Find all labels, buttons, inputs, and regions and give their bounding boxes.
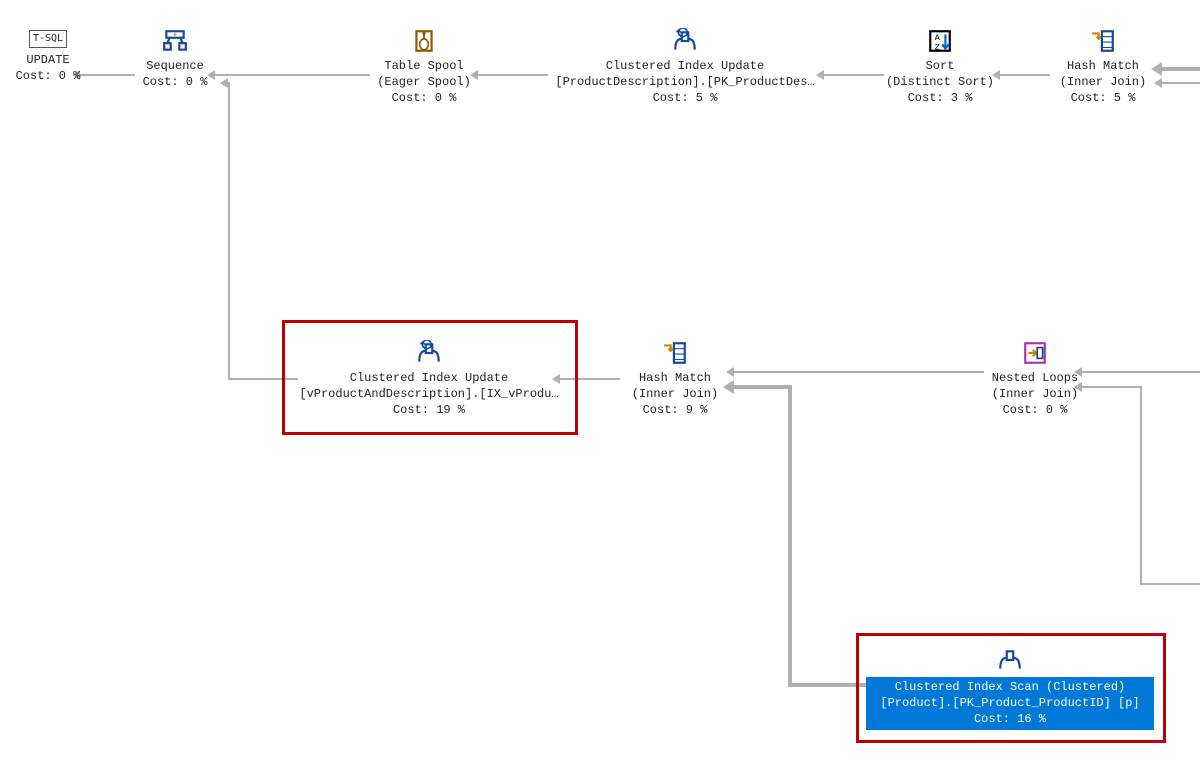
node-sublabel: [vProductAndDescription].[IX_vProdu… xyxy=(294,386,564,402)
node-hash-match-1[interactable]: Hash Match (Inner Join) Cost: 5 % xyxy=(1048,28,1158,107)
node-selected-highlight: Clustered Index Scan (Clustered) [Produc… xyxy=(866,677,1154,730)
node-clustered-index-scan-product[interactable]: Clustered Index Scan (Clustered) [Produc… xyxy=(866,647,1154,730)
tsql-icon: T-SQL xyxy=(8,30,88,48)
node-label: Table Spool xyxy=(368,58,480,74)
node-sequence[interactable]: + Sequence Cost: 0 % xyxy=(130,28,220,90)
node-sublabel: (Inner Join) xyxy=(620,386,730,402)
node-sublabel: (Distinct Sort) xyxy=(880,74,1000,90)
sequence-icon: + xyxy=(130,28,220,54)
node-label: UPDATE xyxy=(8,52,88,68)
clustered-index-scan-icon xyxy=(866,647,1154,673)
node-sublabel: (Inner Join) xyxy=(1048,74,1158,90)
node-label: Sort xyxy=(880,58,1000,74)
svg-text:Z: Z xyxy=(935,43,940,53)
node-label: Hash Match xyxy=(620,370,730,386)
node-table-spool[interactable]: Table Spool (Eager Spool) Cost: 0 % xyxy=(368,28,480,107)
node-clustered-index-update-vproduct[interactable]: Clustered Index Update [vProductAndDescr… xyxy=(294,340,564,419)
node-nested-loops[interactable]: Nested Loops (Inner Join) Cost: 0 % xyxy=(980,340,1090,419)
node-label: Clustered Index Update xyxy=(540,58,830,74)
node-cost: Cost: 16 % xyxy=(870,711,1150,727)
svg-text:A: A xyxy=(935,33,941,43)
node-sublabel: (Eager Spool) xyxy=(368,74,480,90)
node-cost: Cost: 0 % xyxy=(368,90,480,106)
node-label: Clustered Index Scan (Clustered) xyxy=(870,679,1150,695)
clustered-index-update-icon xyxy=(294,340,564,366)
node-hash-match-2[interactable]: Hash Match (Inner Join) Cost: 9 % xyxy=(620,340,730,419)
sort-icon: AZ xyxy=(880,28,1000,54)
node-sort[interactable]: AZ Sort (Distinct Sort) Cost: 3 % xyxy=(880,28,1000,107)
node-cost: Cost: 19 % xyxy=(294,402,564,418)
execution-plan-canvas[interactable]: T-SQL UPDATE Cost: 0 % + Sequence Cost: … xyxy=(0,0,1200,759)
node-sublabel: [ProductDescription].[PK_ProductDes… xyxy=(540,74,830,90)
node-sublabel: (Inner Join) xyxy=(980,386,1090,402)
node-clustered-index-update-productdescription[interactable]: Clustered Index Update [ProductDescripti… xyxy=(540,28,830,107)
node-cost: Cost: 0 % xyxy=(130,74,220,90)
node-label: Nested Loops xyxy=(980,370,1090,386)
nested-loops-icon xyxy=(980,340,1090,366)
table-spool-icon xyxy=(368,28,480,54)
node-cost: Cost: 3 % xyxy=(880,90,1000,106)
node-label: Hash Match xyxy=(1048,58,1158,74)
node-cost: Cost: 0 % xyxy=(980,402,1090,418)
node-label: Clustered Index Update xyxy=(294,370,564,386)
node-cost: Cost: 9 % xyxy=(620,402,730,418)
node-label: Sequence xyxy=(130,58,220,74)
node-cost: Cost: 0 % xyxy=(8,68,88,84)
node-sublabel: [Product].[PK_Product_ProductID] [p] xyxy=(870,695,1150,711)
node-cost: Cost: 5 % xyxy=(1048,90,1158,106)
node-cost: Cost: 5 % xyxy=(540,90,830,106)
node-tsql-update[interactable]: T-SQL UPDATE Cost: 0 % xyxy=(8,30,88,84)
svg-text:+: + xyxy=(173,32,177,39)
hash-match-icon xyxy=(620,340,730,366)
hash-match-icon xyxy=(1048,28,1158,54)
clustered-index-update-icon xyxy=(540,28,830,54)
